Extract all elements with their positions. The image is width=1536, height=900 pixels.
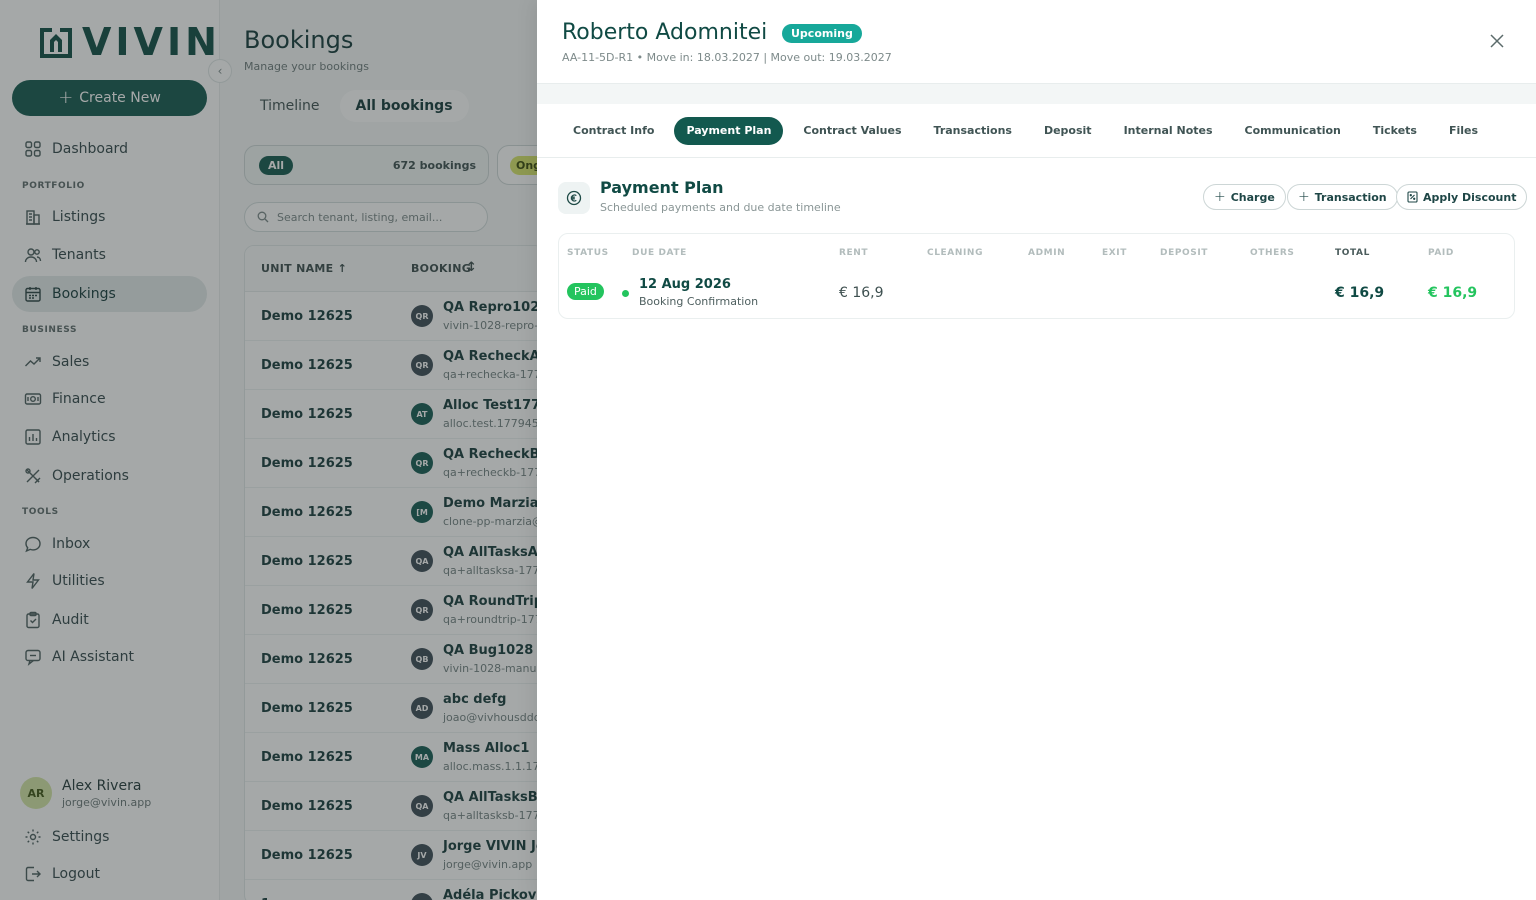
booking-drawer: Roberto Adomnitei Upcoming AA-11-5D-R1 •…	[537, 0, 1536, 900]
drawer-header: Roberto Adomnitei Upcoming AA-11-5D-R1 •…	[537, 0, 1536, 84]
discount-doc-icon	[1407, 191, 1418, 203]
payment-label: Booking Confirmation	[639, 295, 759, 308]
booking-meta: AA-11-5D-R1 • Move in: 18.03.2027 | Move…	[562, 51, 892, 64]
col-admin: ADMIN	[1028, 248, 1066, 258]
tab-communication[interactable]: Communication	[1233, 117, 1353, 145]
col-total: TOTAL	[1335, 248, 1370, 258]
tab-internal-notes[interactable]: Internal Notes	[1112, 117, 1225, 145]
col-cleaning: CLEANING	[927, 248, 984, 258]
col-exit: EXIT	[1102, 248, 1127, 258]
col-others: OTHERS	[1250, 248, 1295, 258]
status-dot	[622, 290, 629, 297]
payment-plan-table: STATUS DUE DATE RENT CLEANING ADMIN EXIT…	[558, 233, 1515, 319]
tab-files[interactable]: Files	[1437, 117, 1490, 145]
section-subtitle: Scheduled payments and due date timeline	[600, 201, 841, 214]
col-deposit: DEPOSIT	[1160, 248, 1209, 258]
plus-icon: +	[1298, 189, 1310, 205]
section-title: Payment Plan	[600, 178, 724, 197]
drawer-tabs: Contract Info Payment Plan Contract Valu…	[537, 104, 1536, 158]
tab-deposit[interactable]: Deposit	[1032, 117, 1104, 145]
modal-overlay[interactable]	[0, 0, 537, 900]
tenant-name: Roberto Adomnitei	[562, 20, 768, 45]
euro-icon	[558, 182, 590, 214]
tab-payment-plan[interactable]: Payment Plan	[674, 116, 784, 145]
tab-tickets[interactable]: Tickets	[1361, 117, 1429, 145]
apply-discount-button[interactable]: Apply Discount	[1396, 184, 1528, 210]
paid-amount: € 16,9	[1428, 285, 1478, 301]
col-rent: RENT	[839, 248, 869, 258]
charge-label: Charge	[1230, 190, 1275, 204]
total-amount: € 16,9	[1335, 285, 1385, 301]
plus-icon: +	[1214, 189, 1226, 205]
col-paid: PAID	[1428, 248, 1454, 258]
charge-button[interactable]: + Charge	[1203, 184, 1286, 210]
tab-contract-values[interactable]: Contract Values	[791, 117, 913, 145]
tab-transactions[interactable]: Transactions	[922, 117, 1024, 145]
col-status: STATUS	[567, 248, 609, 258]
close-icon[interactable]	[1488, 32, 1506, 50]
transaction-label: Transaction	[1314, 190, 1387, 204]
tab-contract-info[interactable]: Contract Info	[561, 117, 666, 145]
discount-label: Apply Discount	[1423, 190, 1517, 204]
header-divider	[537, 84, 1536, 104]
col-due-date: DUE DATE	[632, 248, 687, 258]
status-badge: Upcoming	[782, 24, 862, 43]
status-badge-paid: Paid	[567, 283, 604, 300]
rent-amount: € 16,9	[839, 285, 884, 301]
transaction-button[interactable]: + Transaction	[1287, 184, 1398, 210]
due-date: 12 Aug 2026	[639, 277, 731, 292]
